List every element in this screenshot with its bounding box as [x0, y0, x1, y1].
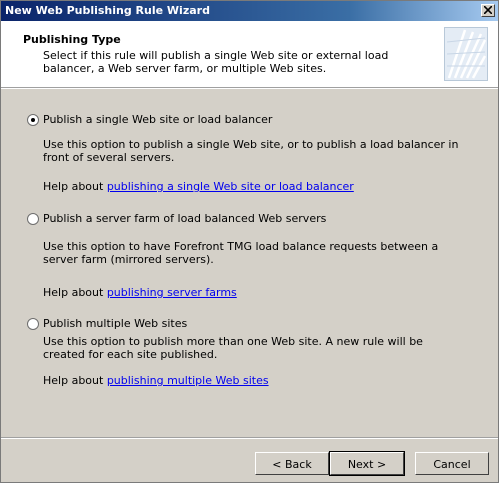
option-label-single-site[interactable]: Publish a single Web site or load balanc…	[43, 113, 272, 126]
window-title: New Web Publishing Rule Wizard	[5, 4, 210, 17]
close-button[interactable]	[481, 4, 495, 17]
help-line-server-farm: Help about publishing server farms	[43, 286, 237, 299]
radio-button-multiple-sites[interactable]	[27, 318, 39, 330]
close-icon	[484, 6, 492, 14]
wizard-window: New Web Publishing Rule Wizard Publishin…	[0, 0, 499, 483]
cancel-button[interactable]: Cancel	[415, 452, 489, 475]
title-bar: New Web Publishing Rule Wizard	[1, 1, 498, 21]
page-title: Publishing Type	[23, 33, 121, 46]
back-button[interactable]: < Back	[255, 452, 329, 475]
help-prefix: Help about	[43, 374, 104, 387]
radio-button-single-site[interactable]	[27, 114, 39, 126]
help-link-multiple-sites[interactable]: publishing multiple Web sites	[107, 374, 269, 387]
option-label-multiple-sites[interactable]: Publish multiple Web sites	[43, 317, 187, 330]
help-link-single-site[interactable]: publishing a single Web site or load bal…	[107, 180, 354, 193]
help-line-single-site: Help about publishing a single Web site …	[43, 180, 354, 193]
help-line-multiple-sites: Help about publishing multiple Web sites	[43, 374, 269, 387]
next-button[interactable]: Next >	[329, 451, 405, 476]
option-description-single-site: Use this option to publish a single Web …	[43, 138, 459, 164]
help-prefix: Help about	[43, 286, 104, 299]
page-description: Select if this rule will publish a singl…	[43, 49, 389, 75]
help-link-server-farm[interactable]: publishing server farms	[107, 286, 237, 299]
option-description-server-farm: Use this option to have Forefront TMG lo…	[43, 240, 439, 266]
option-description-multiple-sites: Use this option to publish more than one…	[43, 335, 423, 361]
footer-separator-highlight	[1, 438, 498, 439]
help-prefix: Help about	[43, 180, 104, 193]
option-label-server-farm[interactable]: Publish a server farm of load balanced W…	[43, 212, 326, 225]
wizard-graphic-icon	[444, 27, 488, 81]
header-separator	[1, 88, 498, 89]
radio-button-server-farm[interactable]	[27, 213, 39, 225]
wizard-header: Publishing Type Select if this rule will…	[1, 21, 498, 88]
